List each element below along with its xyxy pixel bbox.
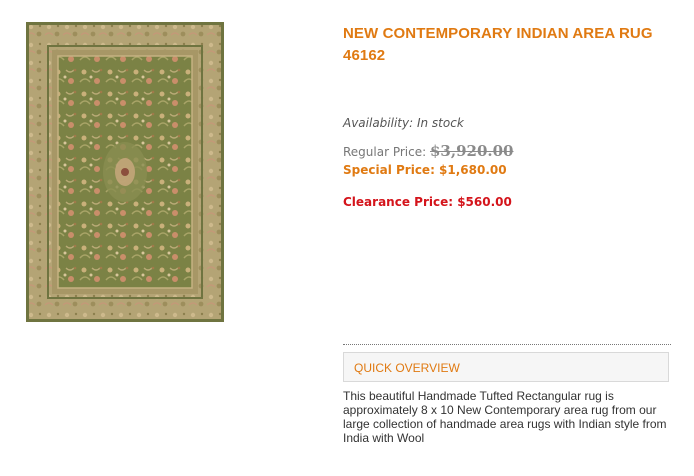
regular-price-label: Regular Price: — [343, 145, 427, 159]
product-description: This beautiful Handmade Tufted Rectangul… — [343, 389, 667, 445]
special-price: Special Price: $1,680.00 — [343, 163, 507, 177]
rug-product-image — [26, 22, 224, 322]
availability-status: Availability: In stock — [343, 116, 464, 130]
quick-overview-tab[interactable]: QUICK OVERVIEW — [343, 352, 669, 382]
section-divider — [343, 344, 671, 345]
regular-price: Regular Price: $3,920.00 — [343, 142, 514, 160]
product-image[interactable] — [26, 22, 224, 322]
clearance-price: Clearance Price: $560.00 — [343, 195, 512, 209]
product-title: NEW CONTEMPORARY INDIAN AREA RUG 46162 — [343, 25, 653, 64]
regular-price-value: $3,920.00 — [429, 142, 514, 160]
